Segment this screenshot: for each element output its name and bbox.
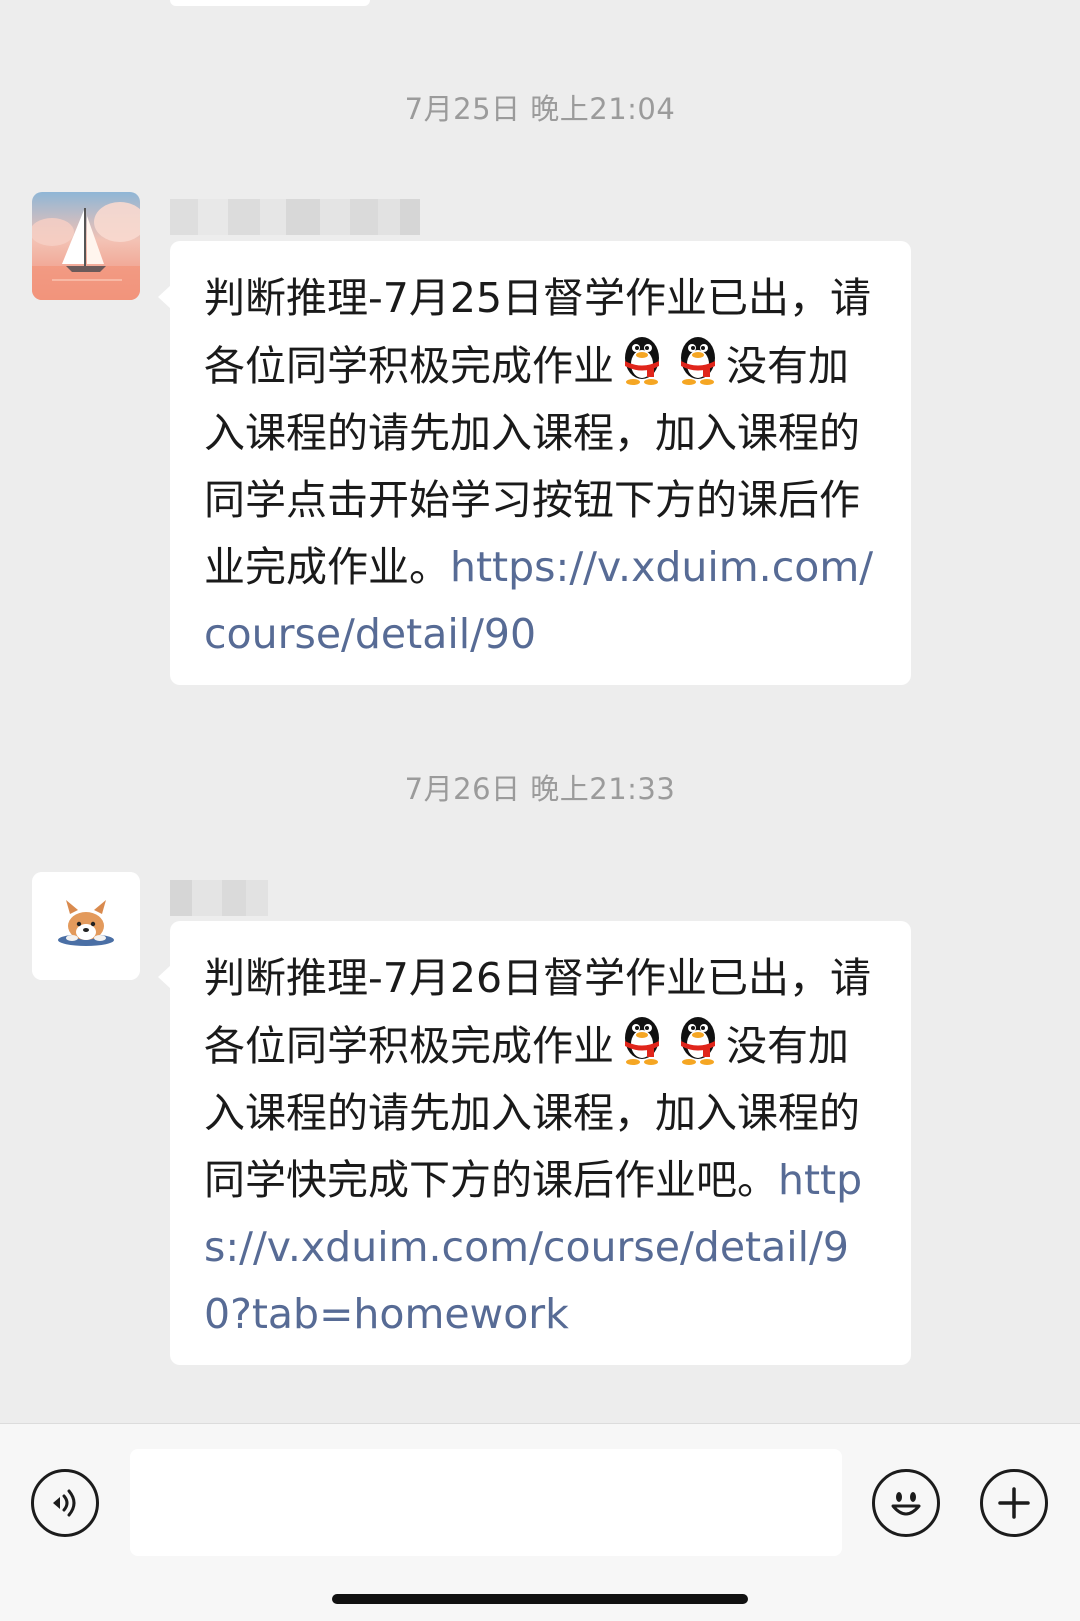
- message-timestamp: 7月26日 晚上21:33: [404, 772, 676, 806]
- more-button[interactable]: [980, 1469, 1048, 1537]
- message-timestamp: 7月25日 晚上21:04: [404, 92, 676, 126]
- smiley-icon: [891, 1492, 921, 1516]
- qq-penguin-emoji: [681, 1017, 715, 1065]
- sender-name-blurred: [170, 880, 268, 916]
- home-indicator[interactable]: [332, 1594, 748, 1604]
- qq-penguin-emoji: [625, 1017, 659, 1065]
- voice-button[interactable]: [31, 1469, 99, 1537]
- chat-input-bar: [0, 1423, 1080, 1621]
- corgi-dog-avatar[interactable]: [32, 872, 140, 980]
- sender-name-blurred: [170, 199, 420, 235]
- qq-penguin-emoji: [625, 337, 659, 385]
- message-input[interactable]: [130, 1449, 842, 1556]
- voice-icon: [53, 1489, 76, 1517]
- qq-penguin-emoji: [681, 337, 715, 385]
- previous-message-bubble[interactable]: [170, 0, 370, 6]
- emoji-button[interactable]: [872, 1469, 940, 1537]
- message-bubble[interactable]: 判断推理-7月26日督学作业已出，请各位同学积极完成作业 没有加入课程的请先加入…: [158, 921, 911, 1365]
- message-bubble[interactable]: 判断推理-7月25日督学作业已出，请各位同学积极完成作业 没有加入课程的请先加入…: [158, 241, 911, 685]
- sailboat-sunset-avatar[interactable]: [32, 192, 140, 300]
- plus-icon: [998, 1487, 1030, 1519]
